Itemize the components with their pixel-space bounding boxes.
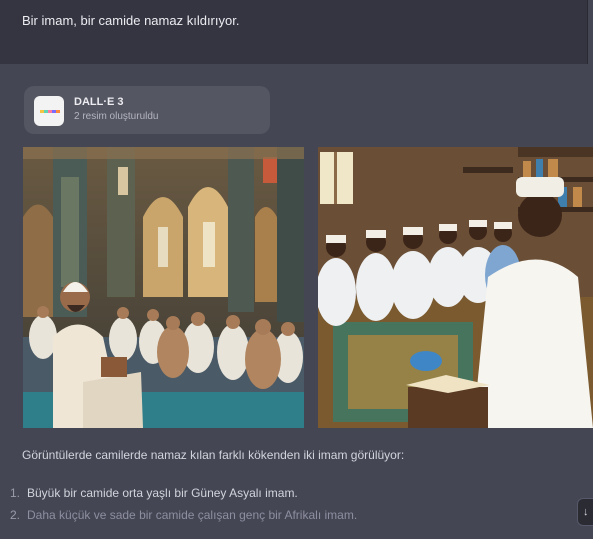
arrow-down-icon: ↓ bbox=[583, 506, 589, 518]
tool-name: DALL·E 3 bbox=[74, 96, 124, 108]
list-item-text: Büyük bir camide orta yaşlı bir Güney As… bbox=[27, 486, 298, 500]
tool-subtitle: 2 resim oluşturuldu bbox=[74, 111, 159, 122]
generated-image-mosque-large bbox=[23, 147, 304, 428]
dalle-tool-card[interactable]: DALL·E 3 2 resim oluşturuldu bbox=[24, 86, 270, 134]
generated-image-2[interactable] bbox=[318, 147, 593, 428]
generated-image-mosque-small bbox=[318, 147, 593, 428]
user-message: Bir imam, bir camide namaz kıldırıyor. bbox=[0, 0, 588, 64]
generated-image-1[interactable] bbox=[23, 147, 304, 428]
response-caption: Görüntülerde camilerde namaz kılan farkl… bbox=[22, 448, 405, 462]
list-item-number: 2. bbox=[10, 508, 21, 522]
assistant-message: DALL·E 3 2 resim oluşturuldu Görüntülerd… bbox=[0, 64, 593, 539]
scroll-down-button[interactable]: ↓ bbox=[577, 498, 593, 526]
user-message-text: Bir imam, bir camide namaz kıldırıyor. bbox=[22, 13, 240, 28]
list-item-text: Daha küçük ve sade bir camide çalışan ge… bbox=[27, 508, 358, 522]
list-item-number: 1. bbox=[10, 486, 21, 500]
dalle-palette-icon bbox=[34, 96, 64, 126]
